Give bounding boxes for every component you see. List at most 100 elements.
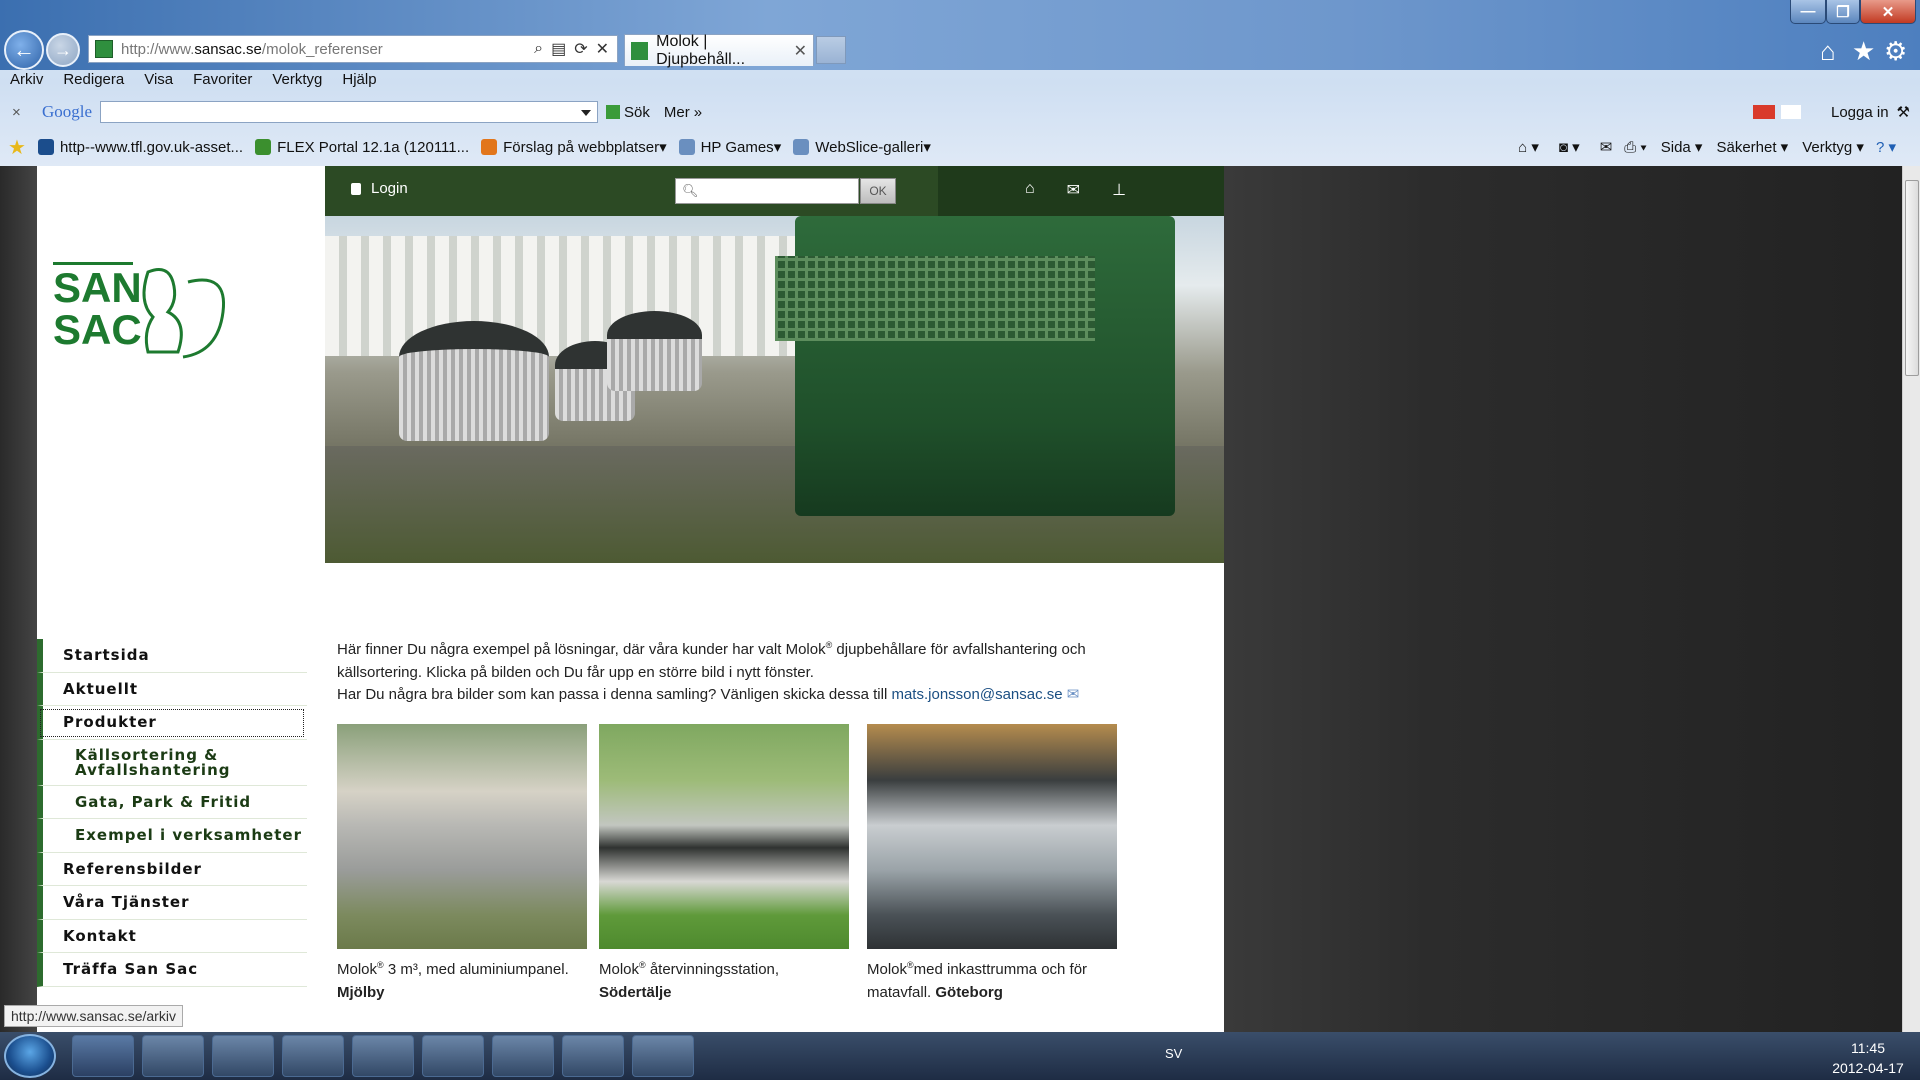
refresh-icon[interactable]: ⟳ — [574, 39, 587, 59]
mail-icon[interactable]: ✉ — [1067, 180, 1080, 200]
stop-icon[interactable]: ✕ — [596, 39, 609, 59]
share-icon[interactable] — [1780, 105, 1801, 119]
google-more-button[interactable]: Mer — [664, 104, 690, 121]
new-tab-button[interactable] — [816, 36, 846, 64]
nav-traffa[interactable]: Träffa San Sac — [37, 953, 307, 987]
rss-icon[interactable]: ◙ ▾ — [1559, 138, 1580, 156]
wrench-icon[interactable]: ⚒ — [1897, 103, 1910, 121]
favorites-star-icon[interactable]: ★ — [8, 135, 26, 160]
nav-kontakt[interactable]: Kontakt — [37, 919, 307, 953]
clock[interactable]: 11:45 2012-04-17 — [1820, 1038, 1916, 1078]
taskbar-app[interactable] — [282, 1035, 344, 1077]
print-icon[interactable]: ⎙ ▾ — [1624, 139, 1646, 156]
back-button[interactable]: ← — [4, 30, 44, 70]
svg-text:SAC: SAC — [53, 306, 142, 353]
taskbar-wifi[interactable] — [352, 1035, 414, 1077]
tab-title: Molok | Djupbehåll... — [656, 32, 746, 68]
gallery-image-goteborg[interactable] — [867, 724, 1117, 949]
taskbar-robot[interactable] — [562, 1035, 624, 1077]
background-left — [0, 166, 37, 1032]
start-button[interactable] — [4, 1034, 56, 1078]
mail-icon[interactable]: ✉ — [1600, 138, 1613, 156]
cmd-sida[interactable]: Sida ▾ — [1661, 138, 1703, 156]
maximize-button[interactable]: ❐ — [1826, 0, 1860, 24]
forward-button[interactable]: → — [46, 33, 80, 67]
nav-tjanster[interactable]: Våra Tjänster — [37, 886, 307, 920]
google-logo: Google — [42, 102, 93, 121]
gear-icon[interactable]: ⚙ — [1884, 36, 1907, 67]
page-scrollbar[interactable] — [1902, 166, 1920, 1032]
taskbar-outlook[interactable] — [492, 1035, 554, 1077]
chevron-right-icon: » — [693, 103, 703, 121]
close-button[interactable]: ✕ — [1860, 0, 1916, 24]
site-search-input[interactable]: 🔍︎ — [675, 178, 859, 204]
home-icon[interactable]: ⌂ ▾ — [1518, 138, 1539, 156]
login-link[interactable]: Login — [351, 180, 408, 197]
close-toolbar-icon[interactable]: × — [12, 104, 21, 121]
scrollbar-thumb[interactable] — [1905, 180, 1919, 376]
fav-item-tfl[interactable]: http--www.tfl.gov.uk-asset... — [37, 139, 243, 156]
nav-aktuellt[interactable]: Aktuellt — [37, 672, 307, 706]
menu-redigera[interactable]: Redigera — [53, 71, 134, 95]
favorites-bar: ★ http--www.tfl.gov.uk-asset... FLEX Por… — [0, 131, 1920, 163]
home-icon[interactable]: ⌂ — [1820, 36, 1836, 67]
tab-molok[interactable]: Molok | Djupbehåll... ✕ — [624, 32, 814, 68]
gallery-image-mjolby[interactable] — [337, 724, 587, 949]
compat-view-icon[interactable]: ▤ — [551, 39, 566, 59]
home-icon[interactable]: ⌂ — [1025, 180, 1035, 200]
menu-arkiv[interactable]: Arkiv — [0, 71, 53, 95]
search-ok-button[interactable]: OK — [860, 178, 896, 204]
taskbar-powerpoint[interactable] — [632, 1035, 694, 1077]
email-link[interactable]: mats.jonsson@sansac.se — [891, 686, 1062, 703]
tab-favicon-icon — [631, 41, 649, 60]
nav-gata-park[interactable]: Gata, Park & Fritid — [37, 785, 307, 819]
notification-icon[interactable] — [1752, 105, 1775, 119]
system-tray: SV — [1165, 1046, 1182, 1061]
taskbar-media[interactable] — [212, 1035, 274, 1077]
google-login-button[interactable]: Logga in — [1831, 104, 1889, 121]
gallery-image-sodertalje[interactable] — [599, 724, 849, 949]
sitemap-icon[interactable]: ⊥ — [1112, 180, 1126, 200]
mail-icon[interactable]: ✉ — [1067, 686, 1080, 703]
search-icon[interactable]: ⌕ — [534, 40, 543, 58]
nav-produkter[interactable]: Produkter — [37, 706, 307, 740]
suggested-sites-icon — [481, 139, 498, 155]
google-search-button[interactable]: Sök — [624, 104, 650, 121]
intro-text: Här finner Du några exempel på lösningar… — [337, 640, 1086, 703]
search-icon: 🔍︎ — [682, 183, 699, 198]
nav-exempel[interactable]: Exempel i verksamheter — [37, 819, 307, 853]
minimize-button[interactable]: — — [1790, 0, 1826, 24]
nav-kallsortering[interactable]: Källsortering & Avfallshantering — [37, 739, 307, 786]
lock-icon — [351, 182, 361, 195]
cmd-sakerhet[interactable]: Säkerhet ▾ — [1716, 138, 1788, 156]
hero-image — [325, 216, 1224, 563]
webslice-icon — [678, 139, 695, 155]
menu-verktyg[interactable]: Verktyg — [262, 71, 332, 95]
menu-hjalp[interactable]: Hjälp — [332, 71, 386, 95]
nav-referensbilder[interactable]: Referensbilder — [37, 852, 307, 886]
language-indicator[interactable]: SV — [1165, 1046, 1182, 1061]
taskbar-ie[interactable] — [72, 1035, 134, 1077]
address-bar[interactable]: http://www.sansac.se/molok_referenser ⌕ … — [88, 35, 618, 63]
nav-startsida[interactable]: Startsida — [37, 639, 307, 673]
fav-item-hpgames[interactable]: HP Games ▾ — [678, 138, 781, 156]
taskbar-people[interactable] — [422, 1035, 484, 1077]
status-url: http://www.sansac.se/arkiv — [4, 1005, 183, 1027]
fav-item-suggested[interactable]: Förslag på webbplatser ▾ — [481, 138, 667, 156]
tab-close-icon[interactable]: ✕ — [794, 41, 807, 61]
address-url[interactable]: http://www.sansac.se/molok_referenser — [121, 41, 534, 58]
fav-item-webslice[interactable]: WebSlice-galleri ▾ — [793, 138, 931, 156]
taskbar-explorer[interactable] — [142, 1035, 204, 1077]
gallery-item: Molok® återvinningsstation, Södertälje — [599, 724, 849, 1004]
gallery-item: Molok® 3 m³, med aluminiumpanel. Mjölby — [337, 724, 587, 1004]
google-search-input[interactable] — [100, 101, 599, 123]
menu-visa[interactable]: Visa — [134, 71, 183, 95]
fav-item-flex[interactable]: FLEX Portal 12.1a (120111... — [255, 139, 469, 156]
help-icon[interactable]: ? ▾ — [1876, 138, 1896, 156]
menu-favoriter[interactable]: Favoriter — [183, 71, 262, 95]
favorites-star-icon[interactable]: ★ — [1852, 36, 1875, 67]
site-topbar: Login 🔍︎ OK ⌂ ✉ ⊥ — [325, 166, 1224, 216]
back-arrow-icon: ← — [13, 37, 35, 62]
sansac-logo[interactable]: SAN SAC — [53, 262, 233, 362]
cmd-verktyg[interactable]: Verktyg ▾ — [1802, 138, 1864, 156]
